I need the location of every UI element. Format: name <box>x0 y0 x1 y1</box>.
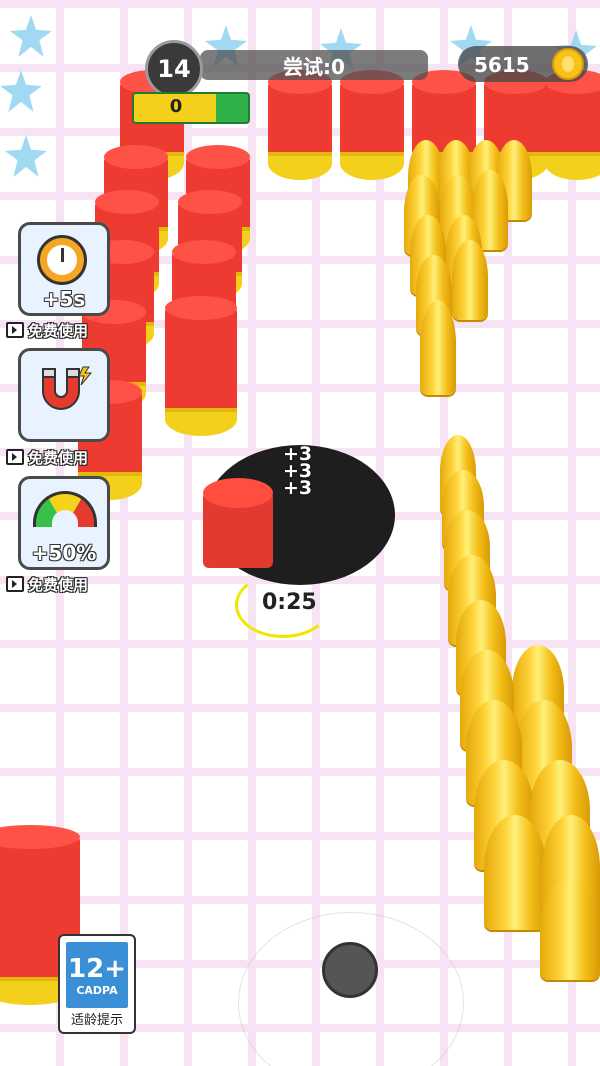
free-use-label: 免费使用 <box>28 448 89 467</box>
video-icon <box>6 322 24 338</box>
time-boost-button[interactable]: +5s <box>18 222 110 316</box>
free-use-label: 免费使用 <box>28 321 89 340</box>
gold-bullet <box>540 880 600 980</box>
score-popup: +3 <box>283 477 313 499</box>
red-canister <box>268 70 332 180</box>
magnet-boost-button[interactable] <box>18 348 110 442</box>
gold-bullet <box>484 815 546 930</box>
joystick-knob[interactable] <box>322 942 378 998</box>
red-canister <box>340 70 404 180</box>
attempt-counter: 尝试:0 <box>200 50 428 80</box>
age-rating-org: CADPA <box>76 984 118 997</box>
speed-boost-button[interactable]: +50% <box>18 476 110 570</box>
booster-label: +5s <box>42 287 86 311</box>
coin-value: 5615 <box>474 53 530 77</box>
gold-bullet <box>452 240 488 320</box>
stopwatch-icon <box>37 235 87 285</box>
age-rating-number: 12+ <box>68 954 126 984</box>
progress-value: 0 <box>169 96 183 117</box>
red-canister <box>545 70 600 180</box>
red-canister <box>165 296 237 436</box>
round-timer: 0:25 <box>262 590 317 615</box>
free-use-button[interactable]: 免费使用 <box>6 445 119 469</box>
level-progress-bar: 0 <box>132 92 250 124</box>
speedometer-icon <box>33 491 97 528</box>
coin-counter: 5615 <box>458 46 588 82</box>
magnet-icon <box>42 366 93 410</box>
free-use-button[interactable]: 免费使用 <box>6 318 119 342</box>
coin-icon <box>552 48 584 80</box>
falling-canister <box>203 478 273 568</box>
gold-bullet <box>420 300 456 395</box>
level-badge: 14 <box>145 40 203 98</box>
video-icon <box>6 449 24 465</box>
age-rating-caption: 适龄提示 <box>70 1013 123 1028</box>
score-popups: +3 +3 +3 <box>283 445 313 499</box>
age-rating-badge: 12+ CADPA 适龄提示 <box>58 934 136 1034</box>
booster-label: +50% <box>31 541 97 565</box>
video-icon <box>6 576 24 592</box>
free-use-label: 免费使用 <box>28 575 89 594</box>
free-use-button[interactable]: 免费使用 <box>6 572 119 596</box>
